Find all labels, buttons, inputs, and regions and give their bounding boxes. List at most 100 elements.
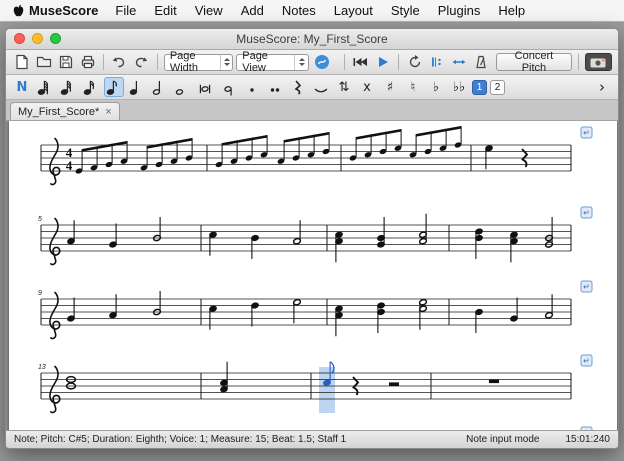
beam	[222, 135, 267, 146]
note-quarter-button[interactable]	[127, 77, 147, 97]
note-whole-button[interactable]	[173, 77, 193, 97]
toolbar-separator	[398, 54, 399, 70]
system-break-icon[interactable]: ↵	[581, 127, 592, 138]
rest-button[interactable]	[288, 77, 308, 97]
status-input-mode: Note input mode	[466, 434, 539, 445]
natural-button[interactable]: ♮	[403, 77, 423, 97]
metronome-button[interactable]	[471, 52, 490, 72]
note-64th-icon	[36, 78, 54, 96]
system-break-icon[interactable]: ↵	[581, 427, 592, 430]
sharp-button[interactable]: ♯	[380, 77, 400, 97]
staff-system-4[interactable]: 13↵	[38, 355, 592, 413]
new-score-icon	[14, 54, 30, 70]
double-flat-button[interactable]: ♭♭	[449, 77, 469, 97]
note-input-button[interactable]: N	[12, 77, 32, 97]
menu-file[interactable]: File	[106, 3, 145, 18]
play-repeats-button[interactable]	[427, 52, 446, 72]
file-toolbar: Page Width Page View	[6, 50, 618, 75]
beam	[416, 126, 461, 137]
play-icon	[375, 54, 391, 70]
treble-clef-icon[interactable]	[50, 367, 60, 413]
time-signature[interactable]: 4	[66, 158, 73, 173]
note-32nd-icon	[59, 78, 77, 96]
note-16th-button[interactable]	[81, 77, 101, 97]
zoom-select[interactable]: Page Width	[164, 54, 233, 71]
toolbar-separator	[157, 54, 158, 70]
menu-layout[interactable]: Layout	[325, 3, 382, 18]
menu-help[interactable]: Help	[489, 3, 534, 18]
open-file-icon	[36, 54, 52, 70]
tie-icon	[312, 78, 330, 96]
score-view[interactable]: 44↵5↵9↵13↵↵	[6, 121, 618, 430]
tab-bar: My_First_Score* ×	[6, 100, 618, 121]
note-input-icon: N	[17, 80, 28, 95]
undo-button[interactable]	[110, 52, 129, 72]
flat-button[interactable]: ♭	[426, 77, 446, 97]
system-break-icon[interactable]: ↵	[581, 281, 592, 292]
rewind-button[interactable]	[351, 52, 370, 72]
rest[interactable]	[389, 382, 399, 386]
minimize-button[interactable]	[32, 33, 43, 44]
open-file-button[interactable]	[34, 52, 53, 72]
augmentation-dot-button[interactable]	[242, 77, 262, 97]
flip-direction-button[interactable]: ⇅	[334, 77, 354, 97]
print-button[interactable]	[78, 52, 97, 72]
status-note-info: Note; Pitch: C#5; Duration: Eighth; Voic…	[14, 434, 346, 445]
rest-icon	[289, 78, 307, 96]
voice-1-button[interactable]: 1	[472, 80, 487, 95]
note-8th-icon	[105, 78, 123, 96]
staff-system-1[interactable]: 44↵	[41, 126, 592, 185]
menu-notes[interactable]: Notes	[273, 3, 325, 18]
status-bar: Note; Pitch: C#5; Duration: Eighth; Voic…	[6, 430, 618, 448]
apple-menu[interactable]	[12, 4, 25, 18]
note-8th-button[interactable]	[104, 77, 124, 97]
treble-clef-icon[interactable]	[50, 293, 60, 339]
svg-text:↵: ↵	[583, 429, 590, 431]
rewind-icon	[352, 54, 369, 70]
more-button[interactable]: ›	[592, 77, 612, 97]
save-button[interactable]	[56, 52, 75, 72]
note-64th-button[interactable]	[35, 77, 55, 97]
menu-edit[interactable]: Edit	[145, 3, 185, 18]
pan-score-icon	[451, 54, 467, 70]
start-center-button[interactable]	[312, 52, 331, 72]
menu-app-name[interactable]: MuseScore	[25, 3, 106, 18]
tab-close-icon[interactable]: ×	[105, 106, 111, 118]
voice-2-button[interactable]: 2	[490, 80, 505, 95]
menu-add[interactable]: Add	[232, 3, 273, 18]
system-break-icon[interactable]: ↵	[581, 207, 592, 218]
screenshot-mode-button[interactable]	[585, 53, 612, 71]
treble-clef-icon[interactable]	[50, 219, 60, 265]
concert-pitch-button[interactable]: Concert Pitch	[496, 53, 572, 71]
rest[interactable]	[489, 380, 499, 384]
zoom-button[interactable]	[50, 33, 61, 44]
double-sharp-button[interactable]: x	[357, 77, 377, 97]
menu-view[interactable]: View	[186, 3, 232, 18]
title-bar[interactable]: MuseScore: My_First_Score	[6, 29, 618, 50]
svg-text:↵: ↵	[583, 209, 590, 218]
play-repeats-icon	[429, 54, 445, 70]
redo-button[interactable]	[132, 52, 151, 72]
note-16th-icon	[82, 78, 100, 96]
view-mode-select[interactable]: Page View	[236, 54, 309, 71]
loop-playback-button[interactable]	[405, 52, 424, 72]
system-break-icon[interactable]: ↵	[581, 355, 592, 366]
staff-system-2[interactable]: 5↵	[38, 207, 592, 265]
note-longa-button[interactable]	[219, 77, 239, 97]
close-button[interactable]	[14, 33, 25, 44]
play-button[interactable]	[373, 52, 392, 72]
tab-my-first-score[interactable]: My_First_Score* ×	[10, 102, 120, 120]
note-half-button[interactable]	[150, 77, 170, 97]
score-page[interactable]: 44↵5↵9↵13↵↵	[9, 121, 617, 430]
note-breve-button[interactable]	[196, 77, 216, 97]
menu-plugins[interactable]: Plugins	[429, 3, 490, 18]
double-augmentation-dot-button[interactable]	[265, 77, 285, 97]
note-32nd-button[interactable]	[58, 77, 78, 97]
menu-style[interactable]: Style	[382, 3, 429, 18]
staff-system-3[interactable]: 9↵	[38, 281, 592, 339]
tie-button[interactable]	[311, 77, 331, 97]
pan-score-button[interactable]	[449, 52, 468, 72]
new-score-button[interactable]	[12, 52, 31, 72]
note-longa-icon	[220, 78, 238, 96]
treble-clef-icon[interactable]	[50, 139, 60, 185]
